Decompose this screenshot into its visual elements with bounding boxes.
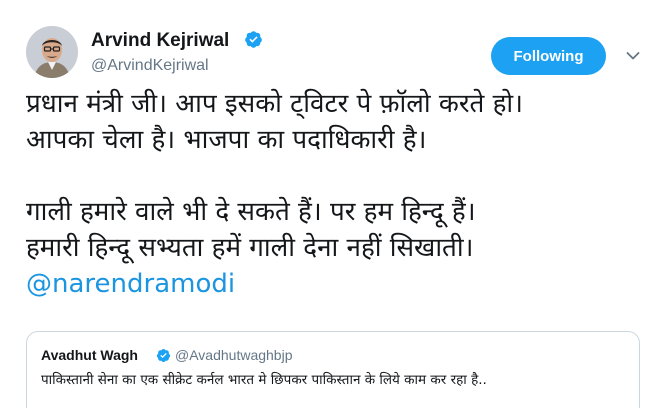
quoted-author-handle: @Avadhutwaghbjp bbox=[175, 347, 293, 363]
following-button[interactable]: Following bbox=[491, 37, 606, 75]
quoted-tweet-text: पाकिस्तानी सेना का एक सीक्रेट कर्नल भारत… bbox=[41, 372, 487, 388]
author-name[interactable]: Arvind Kejriwal bbox=[91, 30, 229, 52]
quoted-author-name: Avadhut Wagh bbox=[41, 347, 138, 363]
verified-badge-icon bbox=[245, 31, 262, 48]
tweet-line: हमारी हिन्दू सभ्यता हमें गाली देना नहीं … bbox=[26, 233, 474, 263]
chevron-down-icon[interactable] bbox=[625, 48, 641, 64]
tweet-line: आपका चेला है। भाजपा का पदाधिकारी है। bbox=[26, 125, 427, 155]
author-handle[interactable]: @ArvindKejriwal bbox=[91, 57, 209, 75]
verified-badge-icon bbox=[156, 348, 171, 363]
tweet-line: प्रधान मंत्री जी। आप इसको ट्विटर पे फ़ॉल… bbox=[26, 89, 523, 119]
tweet-line: गाली हमारे वाले भी दे सकते हैं। पर हम हि… bbox=[26, 197, 476, 227]
tweet-card: Arvind Kejriwal @ArvindKejriwal Followin… bbox=[0, 0, 669, 408]
avatar-image bbox=[26, 26, 78, 78]
mention-link[interactable]: @narendramodi bbox=[26, 269, 235, 299]
tweet-text: प्रधान मंत्री जी। आप इसको ट्विटर पे फ़ॉल… bbox=[26, 86, 656, 302]
avatar[interactable] bbox=[26, 26, 78, 78]
quoted-tweet[interactable]: Avadhut Wagh @Avadhutwaghbjp पाकिस्तानी … bbox=[26, 331, 640, 408]
